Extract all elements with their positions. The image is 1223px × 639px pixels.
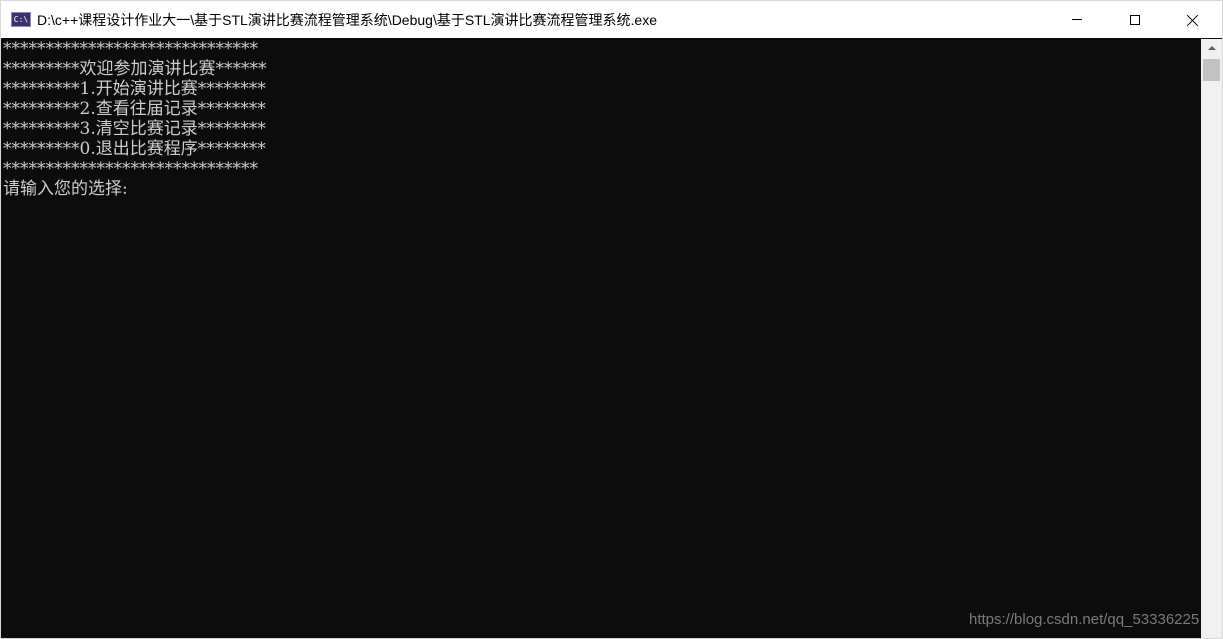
console-output[interactable]: ****************************** *********… (1, 39, 1201, 638)
minimize-icon (1072, 19, 1082, 20)
title-bar[interactable]: C:\ D:\c++课程设计作业大一\基于STL演讲比赛流程管理系统\Debug… (1, 1, 1222, 38)
scroll-thumb[interactable] (1203, 59, 1220, 81)
console-prompt: 请输入您的选择: (3, 179, 128, 199)
console-line: ****************************** (3, 39, 258, 59)
window-title: D:\c++课程设计作业大一\基于STL演讲比赛流程管理系统\Debug\基于S… (37, 12, 657, 28)
console-line: *********欢迎参加演讲比赛****** (3, 59, 267, 79)
console-line: *********2.查看往届记录******** (3, 99, 266, 119)
maximize-button[interactable] (1106, 1, 1164, 38)
console-line: ****************************** (3, 159, 258, 179)
scroll-up-button[interactable] (1201, 39, 1222, 56)
console-line: *********3.清空比赛记录******** (3, 119, 266, 139)
console-app-icon[interactable]: C:\ (11, 12, 31, 27)
vertical-scrollbar[interactable] (1201, 39, 1222, 638)
minimize-button[interactable] (1048, 1, 1106, 38)
console-line: *********1.开始演讲比赛******** (3, 79, 266, 99)
close-button[interactable] (1164, 1, 1222, 38)
console-window: C:\ D:\c++课程设计作业大一\基于STL演讲比赛流程管理系统\Debug… (0, 0, 1223, 639)
arrow-up-icon (1207, 45, 1216, 50)
close-icon (1187, 14, 1199, 26)
maximize-icon (1130, 14, 1140, 25)
console-line: *********0.退出比赛程序******** (3, 139, 266, 159)
watermark: https://blog.csdn.net/qq_53336225 (969, 611, 1200, 628)
